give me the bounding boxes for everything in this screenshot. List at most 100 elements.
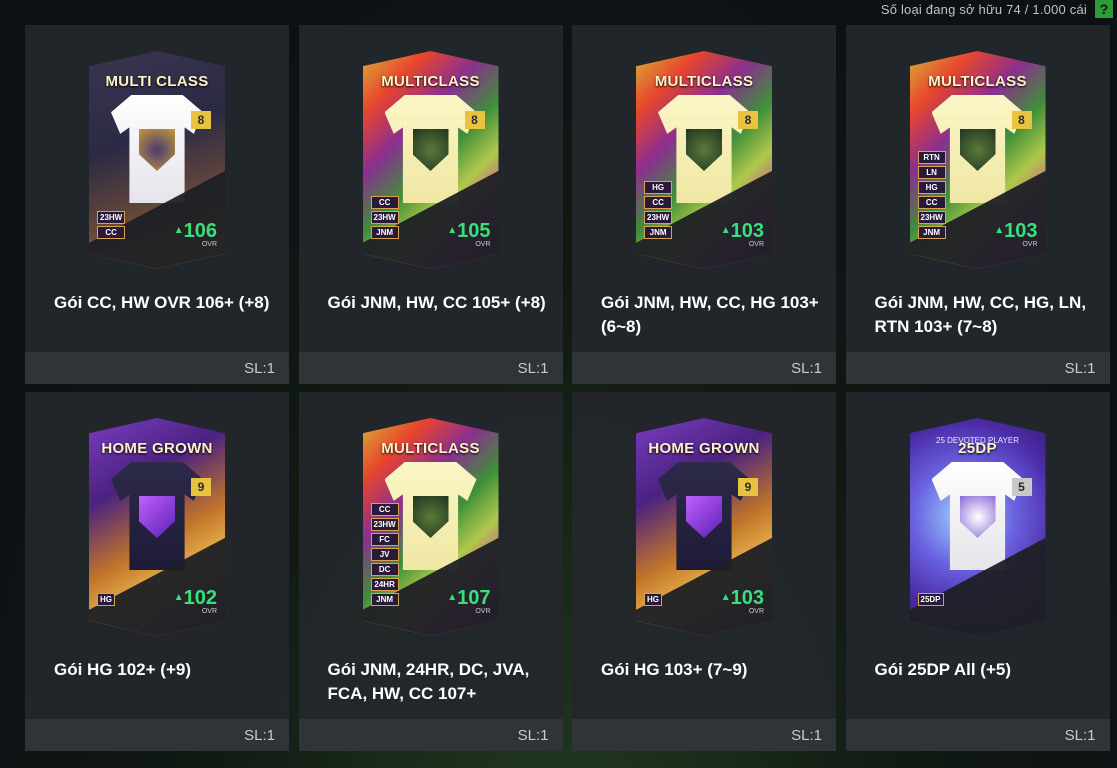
pack-footer: SL:1 <box>572 352 836 384</box>
pack-tile[interactable]: 25 DEVOTED PLAYER 25DP 5 25DP Gói 25DP A… <box>845 392 1110 751</box>
class-tag: JV <box>370 548 399 561</box>
class-tags: RTN LN HG CC 23HW JNM <box>917 151 946 239</box>
pack-card-art: HOME GROWN 9 HG ▲103 OVR <box>636 418 772 636</box>
pack-card-art: HOME GROWN 9 HG ▲102 OVR <box>89 418 225 636</box>
class-tag: JNM <box>370 226 399 239</box>
up-arrow-icon: ▲ <box>720 592 731 603</box>
class-tags: CC 23HW JNM <box>370 196 399 239</box>
pack-quantity: SL:1 <box>517 360 549 377</box>
pack-grid: MULTI CLASS 8 23HW CC ▲106 OVR Gói CC, HW … <box>25 25 1117 751</box>
help-button[interactable]: ? <box>1095 0 1113 18</box>
level-badge: 8 <box>738 111 758 129</box>
class-tags: 25DP <box>917 593 944 606</box>
class-tag: CC <box>370 196 399 209</box>
card-class-label: 25DP <box>958 440 997 457</box>
pack-quantity: SL:1 <box>244 727 275 744</box>
level-badge: 8 <box>1011 111 1032 129</box>
up-arrow-icon: ▲ <box>994 225 1005 236</box>
class-tag: DC <box>370 563 399 576</box>
pack-tile[interactable]: HOME GROWN 9 HG ▲102 OVR Gói HG 102+ (+9)… <box>25 392 289 751</box>
class-tag: JNM <box>917 226 946 239</box>
class-tags: HG <box>644 593 662 606</box>
level-badge: 9 <box>191 478 211 496</box>
pack-quantity: SL:1 <box>791 727 822 744</box>
class-tag: LN <box>917 166 946 179</box>
pack-tile[interactable]: MULTICLASS 8 RTN LN HG CC 23HW JNM ▲103 OVR Gó… <box>845 25 1110 384</box>
pack-footer: SL:1 <box>25 719 289 751</box>
pack-footer: SL:1 <box>298 352 563 384</box>
ovr-value: ▲107 OVR <box>447 587 491 615</box>
class-tags: 23HW CC <box>97 211 126 239</box>
class-tag: 23HW <box>97 211 126 224</box>
up-arrow-icon: ▲ <box>173 225 184 236</box>
card-class-label: HOME GROWN <box>101 440 213 457</box>
owned-count-text: Số loại đang sở hữu 74 / 1.000 cái <box>880 1 1087 17</box>
level-badge: 9 <box>738 478 758 496</box>
card-class-label: MULTICLASS <box>654 73 754 90</box>
pack-title: Gói HG 102+ (+9) <box>54 660 191 679</box>
class-tag: 23HW <box>370 518 399 531</box>
class-tag: CC <box>97 226 126 239</box>
pack-quantity: SL:1 <box>1064 727 1096 744</box>
pack-title: Gói 25DP All (+5) <box>874 660 1012 679</box>
class-tag: RTN <box>917 151 946 164</box>
class-tag: 23HW <box>644 211 673 224</box>
up-arrow-icon: ▲ <box>173 592 184 603</box>
pack-tile[interactable]: HOME GROWN 9 HG ▲103 OVR Gói HG 103+ (7~9… <box>572 392 836 751</box>
pack-quantity: SL:1 <box>1064 360 1096 377</box>
pack-quantity: SL:1 <box>517 727 549 744</box>
pack-tile[interactable]: MULTICLASS CC 23HW FC JV DC 24HR JNM ▲107 OVR G… <box>298 392 563 751</box>
pack-tile[interactable]: MULTICLASS 8 HG CC 23HW JNM ▲103 OVR Gói JNM… <box>572 25 836 384</box>
ovr-value: ▲103 OVR <box>994 220 1038 248</box>
pack-footer: SL:1 <box>298 719 563 751</box>
ovr-value: ▲102 OVR <box>173 587 217 615</box>
top-bar: Số loại đang sở hữu 74 / 1.000 cái ? <box>817 0 1117 18</box>
class-tag: 23HW <box>917 211 946 224</box>
card-class-label: MULTI CLASS <box>105 73 209 90</box>
pack-footer: SL:1 <box>25 352 289 384</box>
ovr-value: ▲106 OVR <box>173 220 217 248</box>
pack-title: Gói JNM, HW, CC 105+ (+8) <box>327 293 546 312</box>
pack-card-art: MULTICLASS 8 HG CC 23HW JNM ▲103 OVR <box>636 51 772 269</box>
class-tag: JNM <box>370 593 399 606</box>
class-tag: FC <box>370 533 399 546</box>
pack-card-art: MULTICLASS CC 23HW FC JV DC 24HR JNM ▲107 OVR <box>362 418 499 636</box>
pack-tile[interactable]: MULTI CLASS 8 23HW CC ▲106 OVR Gói CC, HW … <box>25 25 289 384</box>
pack-title: Gói HG 103+ (7~9) <box>601 660 748 679</box>
pack-title: Gói JNM, HW, CC, HG, LN, RTN 103+ (7~8) <box>874 293 1087 336</box>
ovr-value: ▲103 OVR <box>720 220 764 248</box>
class-tag: HG <box>644 593 662 606</box>
class-tags: HG <box>97 593 115 606</box>
pack-quantity: SL:1 <box>244 360 275 377</box>
pack-card-art: MULTICLASS 8 CC 23HW JNM ▲105 OVR <box>362 51 499 269</box>
class-tag: CC <box>917 196 946 209</box>
up-arrow-icon: ▲ <box>447 225 458 236</box>
level-badge: 8 <box>464 111 485 129</box>
pack-title: Gói JNM, 24HR, DC, JVA, FCA, HW, CC 107+ <box>327 660 530 703</box>
card-class-label: MULTICLASS <box>381 73 480 90</box>
level-badge: 5 <box>1011 478 1032 496</box>
class-tag: 23HW <box>370 211 399 224</box>
up-arrow-icon: ▲ <box>720 225 731 236</box>
card-class-label: MULTICLASS <box>381 440 480 457</box>
pack-footer: SL:1 <box>572 719 836 751</box>
ovr-value: ▲105 OVR <box>447 220 491 248</box>
level-badge: 8 <box>191 111 211 129</box>
up-arrow-icon: ▲ <box>447 592 458 603</box>
pack-footer: SL:1 <box>845 719 1110 751</box>
class-tag: HG <box>644 181 673 194</box>
pack-quantity: SL:1 <box>791 360 822 377</box>
card-class-label: HOME GROWN <box>648 440 760 457</box>
pack-card-art: MULTI CLASS 8 23HW CC ▲106 OVR <box>89 51 225 269</box>
pack-card-art: MULTICLASS 8 RTN LN HG CC 23HW JNM ▲103 OVR <box>909 51 1046 269</box>
ovr-value: ▲103 OVR <box>720 587 764 615</box>
class-tag: CC <box>370 503 399 516</box>
class-tag: HG <box>97 593 115 606</box>
class-tag: 24HR <box>370 578 399 591</box>
class-tags: CC 23HW FC JV DC 24HR JNM <box>370 503 399 606</box>
pack-footer: SL:1 <box>845 352 1110 384</box>
pack-card-art: 25 DEVOTED PLAYER 25DP 5 25DP <box>909 418 1046 636</box>
card-class-label: MULTICLASS <box>928 73 1027 90</box>
pack-tile[interactable]: MULTICLASS 8 CC 23HW JNM ▲105 OVR Gói JNM, … <box>298 25 563 384</box>
class-tag: CC <box>644 196 673 209</box>
